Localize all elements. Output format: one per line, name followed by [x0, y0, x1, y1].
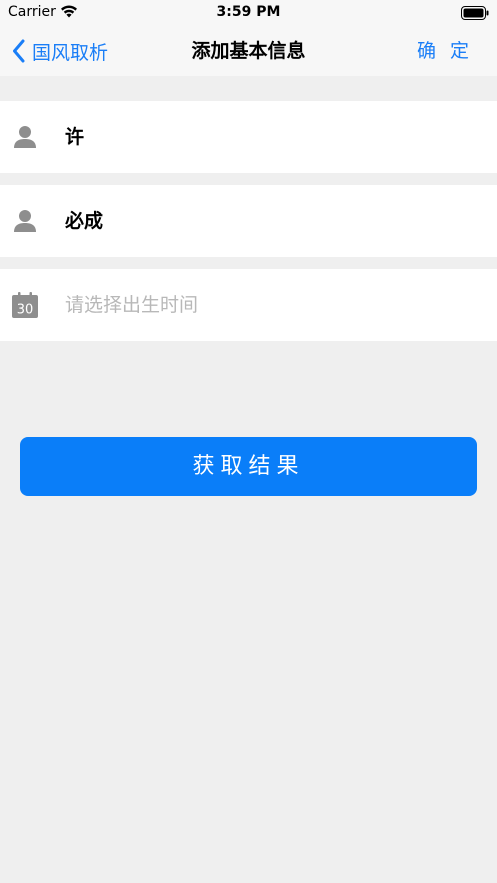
birth-time-placeholder: 请选择出生时间 — [65, 294, 199, 316]
battery-icon — [461, 5, 489, 24]
status-bar: Carrier 3:59 PM — [0, 0, 497, 26]
person-icon — [14, 210, 36, 232]
surname-value: 许 — [65, 126, 85, 148]
confirm-button[interactable]: 确 定 — [417, 26, 473, 76]
clock: 3:59 PM — [216, 4, 281, 20]
navigation-bar: 国风取析 添加基本信息 确 定 — [0, 26, 497, 76]
birth-time-field[interactable]: 30 请选择出生时间 — [0, 269, 497, 341]
calendar-day-label: 30 — [17, 303, 34, 318]
calendar-icon: 30 — [12, 292, 38, 318]
given-name-field[interactable]: 必成 — [0, 185, 497, 257]
given-name-value: 必成 — [65, 210, 104, 232]
get-result-button[interactable]: 获取结果 — [20, 437, 477, 496]
surname-field[interactable]: 许 — [0, 101, 497, 173]
person-icon — [14, 126, 36, 148]
